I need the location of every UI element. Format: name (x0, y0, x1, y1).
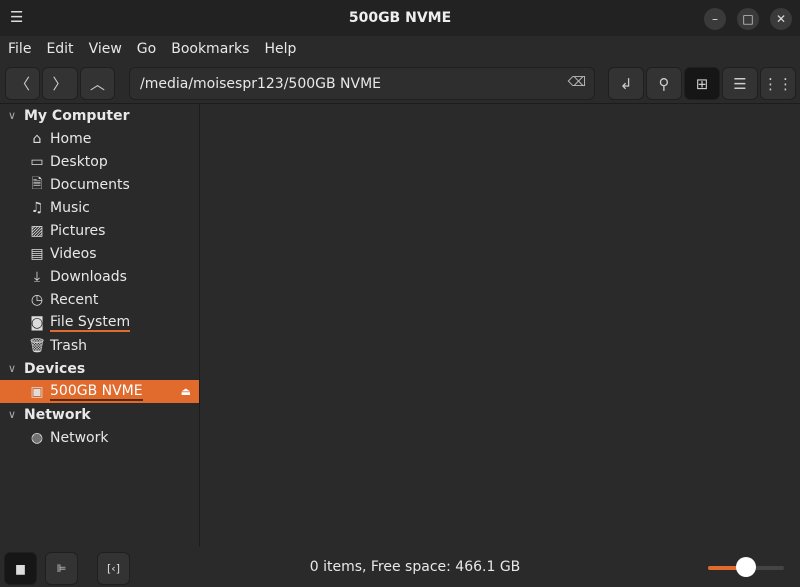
menu-view[interactable]: View (89, 41, 122, 57)
close-button[interactable]: ✕ (770, 8, 792, 30)
sidebar-item-label: Desktop (50, 153, 108, 170)
compact-view-button[interactable]: ⋮⋮ (760, 67, 796, 100)
sidebar-item-desktop[interactable]: ▭ Desktop (0, 150, 199, 173)
sidebar-item-downloads[interactable]: ⤓ Downloads (0, 265, 199, 288)
home-icon: ⌂ (32, 130, 42, 147)
menu-bookmarks[interactable]: Bookmarks (171, 41, 249, 57)
search-button[interactable]: ⚲ (646, 67, 682, 100)
menu-help[interactable]: Help (264, 41, 296, 57)
section-title: Network (24, 406, 91, 423)
status-bar: ▆ ⊫ [‹] 0 items, Free space: 466.1 GB (0, 547, 800, 587)
desktop-icon: ▭ (30, 153, 44, 170)
file-view[interactable] (201, 104, 800, 547)
videos-icon: ▤ (30, 245, 44, 262)
slider-knob[interactable] (736, 557, 756, 577)
pictures-icon: ▨ (30, 222, 44, 239)
title-bar: ☰ 500GB NVME – □ ✕ (0, 0, 800, 36)
filesystem-icon: ◙ (30, 314, 44, 331)
sidebar-item-pictures[interactable]: ▨ Pictures (0, 219, 199, 242)
icon-view-button[interactable]: ⊞ (684, 67, 720, 100)
sidebar-item-file-system[interactable]: ◙ File System (0, 311, 199, 334)
toggle-location-button[interactable]: ↲ (608, 67, 644, 100)
sidebar-section-devices[interactable]: ∨ Devices (0, 357, 199, 380)
sidebar-item-label: Home (50, 130, 92, 147)
location-toggle-icon: ↲ (619, 74, 633, 93)
up-button[interactable]: ︿ (80, 67, 115, 100)
sidebar-item-label: Network (50, 429, 109, 446)
sidebar-item-home[interactable]: ⌂ Home (0, 127, 199, 150)
window-title: 500GB NVME (348, 10, 452, 26)
sidebar-item-label: 500GB NVME (50, 382, 143, 401)
section-title: My Computer (24, 107, 130, 124)
list-view-button[interactable]: ☰ (722, 67, 758, 100)
list-icon: ☰ (733, 74, 747, 93)
section-title: Devices (24, 360, 86, 377)
menu-file[interactable]: File (8, 41, 31, 57)
music-icon: ♫ (30, 199, 44, 216)
sidebar-item-label: Music (50, 199, 90, 216)
clear-icon[interactable]: ⌫ (568, 75, 586, 90)
forward-button[interactable]: 〉 (42, 67, 78, 100)
sidebar-item-documents[interactable]: 🗎 Documents (0, 173, 199, 196)
chevron-down-icon: ∨ (8, 408, 17, 421)
chevron-left-icon: 〈 (14, 75, 30, 93)
downloads-icon: ⤓ (33, 268, 41, 285)
sidebar-item-recent[interactable]: ◷ Recent (0, 288, 199, 311)
grid-icon: ⊞ (695, 74, 709, 93)
sidebar-item-videos[interactable]: ▤ Videos (0, 242, 199, 265)
sidebar-item-music[interactable]: ♫ Music (0, 196, 199, 219)
status-text: 0 items, Free space: 466.1 GB (309, 559, 521, 575)
sidebar-item-label: Downloads (50, 268, 127, 285)
chevron-right-icon: 〉 (52, 75, 68, 93)
network-icon: ◍ (30, 429, 44, 446)
sidebar-item-label: File System (50, 313, 131, 332)
toolbar: 〈 〉 ︿ /media/moisespr123/500GB NVME ⌫ ↲ ⚲… (0, 62, 800, 104)
path-text: /media/moisespr123/500GB NVME (140, 75, 382, 92)
compact-icon: ⋮⋮ (763, 74, 793, 93)
chevron-up-icon: ︿ (89, 75, 105, 93)
menu-bar: File Edit View Go Bookmarks Help (0, 36, 800, 62)
minimize-button[interactable]: – (704, 8, 726, 30)
sidebar-item-label: Videos (50, 245, 97, 262)
drive-icon: ▣ (30, 383, 44, 400)
search-icon: ⚲ (658, 74, 670, 93)
sidebar-section-network[interactable]: ∨ Network (0, 403, 199, 426)
eject-icon[interactable]: ⏏ (181, 385, 191, 398)
chevron-down-icon: ∨ (8, 362, 17, 375)
sidebar-item-trash[interactable]: 🗑 Trash (0, 334, 199, 357)
hamburger-icon[interactable]: ☰ (10, 8, 23, 26)
sidebar: ∨ My Computer ⌂ Home ▭ Desktop 🗎 Documents ♫ Musi… (0, 104, 200, 547)
maximize-button[interactable]: □ (737, 8, 759, 30)
sidebar-item-500gb-nvme[interactable]: ▣ 500GB NVME ⏏ (0, 380, 199, 403)
documents-icon: 🗎 (31, 175, 43, 192)
sidebar-section-my-computer[interactable]: ∨ My Computer (0, 104, 199, 127)
sidebar-item-label: Documents (50, 176, 130, 193)
back-button[interactable]: 〈 (5, 67, 40, 100)
recent-icon: ◷ (30, 291, 44, 308)
menu-edit[interactable]: Edit (46, 41, 73, 57)
sidebar-item-label: Trash (50, 337, 87, 354)
trash-icon: 🗑 (28, 337, 46, 354)
sidebar-item-label: Recent (50, 291, 99, 308)
menu-go[interactable]: Go (137, 41, 156, 57)
sidebar-item-network[interactable]: ◍ Network (0, 426, 199, 449)
location-bar[interactable]: /media/moisespr123/500GB NVME ⌫ (129, 67, 595, 100)
zoom-slider[interactable] (708, 557, 784, 577)
sidebar-item-label: Pictures (50, 222, 106, 239)
chevron-down-icon: ∨ (8, 109, 17, 122)
